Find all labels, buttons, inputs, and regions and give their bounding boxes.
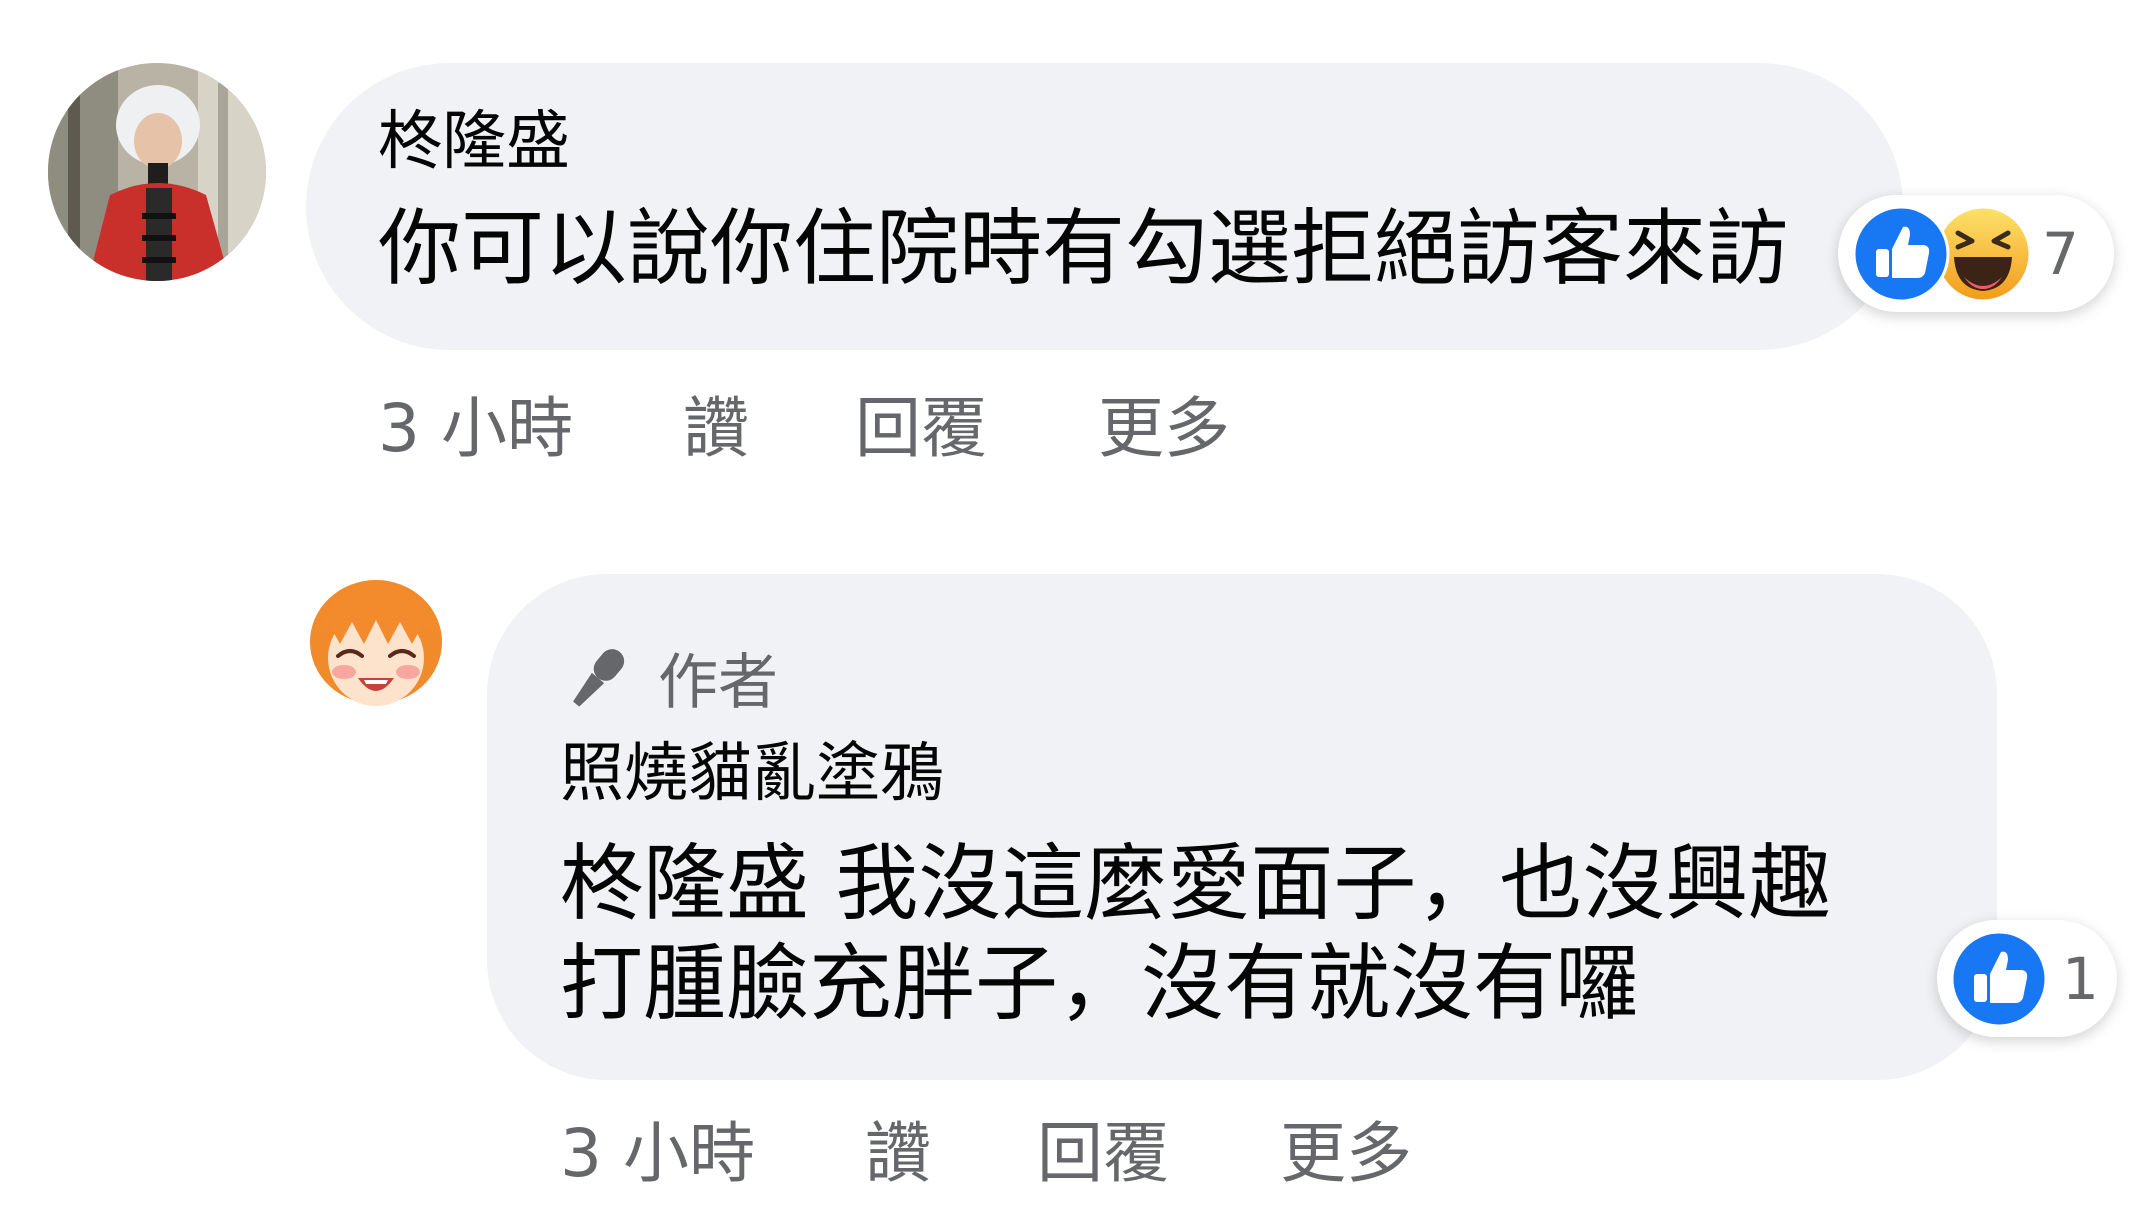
reaction-summary[interactable]: 7 (1838, 195, 2114, 312)
author-badge: 作者 (560, 634, 778, 721)
more-button[interactable]: 更多 (1280, 1100, 1412, 1196)
comment-bubble: 柊隆盛 你可以說你住院時有勾選拒絕訪客來訪 (306, 63, 1903, 350)
microphone-icon (560, 640, 636, 716)
comment-actions: 3 小時 讚 回覆 更多 (378, 375, 1230, 471)
author-name[interactable]: 柊隆盛 (378, 110, 570, 174)
like-icon (1950, 930, 2048, 1028)
comment-actions: 3 小時 讚 回覆 更多 (560, 1100, 1412, 1196)
like-button[interactable]: 讚 (683, 375, 855, 471)
comment-text-line-2: 打腫臉充胖子，沒有就沒有囉 (560, 935, 1639, 1032)
author-badge-label: 作者 (658, 648, 778, 718)
reply-button[interactable]: 回覆 (855, 375, 1098, 471)
avatar-cartoon-icon (304, 574, 448, 718)
comment-text: 你可以說你住院時有勾選拒絕訪客來訪 (378, 200, 1789, 297)
comment-bubble: 作者 照燒貓亂塗鴉 柊隆盛 我沒這麼愛面子，也沒興趣 打腫臉充胖子，沒有就沒有囉 (487, 574, 1997, 1080)
reaction-count: 7 (2042, 219, 2079, 288)
avatar[interactable] (304, 574, 448, 718)
reaction-count: 1 (2062, 944, 2099, 1013)
author-name[interactable]: 照燒貓亂塗鴉 (560, 742, 944, 806)
comment-text-line-1: 柊隆盛 我沒這麼愛面子，也沒興趣 (560, 835, 1832, 932)
timestamp[interactable]: 3 小時 (560, 1100, 865, 1196)
more-button[interactable]: 更多 (1098, 375, 1230, 471)
timestamp[interactable]: 3 小時 (378, 375, 683, 471)
reaction-summary[interactable]: 1 (1937, 920, 2117, 1037)
avatar-photo-icon (48, 63, 266, 281)
like-button[interactable]: 讚 (865, 1100, 1037, 1196)
reply-button[interactable]: 回覆 (1037, 1100, 1280, 1196)
avatar[interactable] (48, 63, 266, 281)
like-icon (1852, 205, 1950, 303)
